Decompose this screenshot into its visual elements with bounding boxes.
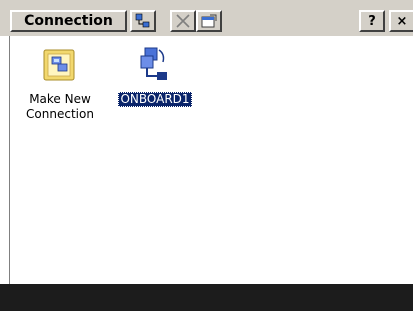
share-icon — [201, 14, 217, 28]
help-button[interactable]: ? — [359, 10, 385, 32]
help-label: ? — [368, 13, 376, 29]
make-new-connection-item[interactable]: Make New Connection — [18, 42, 102, 122]
delete-button[interactable] — [170, 10, 196, 32]
toolbar: Connection ? × — [0, 0, 413, 36]
close-label: × — [396, 13, 408, 29]
properties-icon — [135, 13, 150, 28]
make-new-connection-icon — [40, 42, 80, 90]
onboard1-label: ONBOARD1 — [118, 92, 192, 107]
share-button[interactable] — [196, 10, 222, 32]
taskbar — [0, 284, 413, 311]
close-button[interactable]: × — [389, 10, 413, 32]
connection-menu-label: Connection — [24, 13, 113, 29]
connection-menu-button[interactable]: Connection — [10, 10, 127, 32]
dialup-connection-icon — [135, 42, 175, 90]
make-new-connection-label: Make New Connection — [26, 92, 94, 121]
delete-icon — [176, 14, 190, 28]
connection-list: Make New Connection ONBOARD1 — [9, 36, 413, 284]
properties-button[interactable] — [130, 10, 156, 32]
onboard1-connection-item[interactable]: ONBOARD1 — [110, 42, 200, 107]
